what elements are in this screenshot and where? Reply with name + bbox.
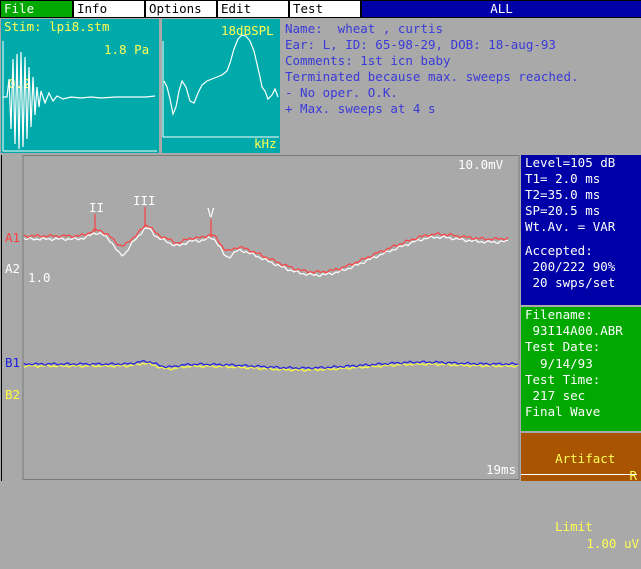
waveform-area: 10.0mV 19ms 1.0 A1 A2 B1 B2 II III V	[1, 155, 520, 481]
test-date-value: 9/14/93	[525, 355, 593, 371]
artifact-label: Artifact	[555, 451, 616, 466]
patient-ear-id-dob: Ear: L, ID: 65-98-29, DOB: 18-aug-93	[285, 37, 556, 52]
trace-a1	[23, 224, 509, 274]
test-time-label: Test Time:	[525, 371, 601, 387]
t1-value: T1= 2.0 ms	[525, 171, 601, 186]
patient-info-panel: Name: wheat , curtis Ear: L, ID: 65-98-2…	[283, 19, 641, 153]
weighted-average: Wt.Av. = VAR	[525, 219, 616, 234]
trace-label-b2: B2	[5, 387, 20, 402]
note-line-2: + Max. sweeps at 4 s	[285, 101, 436, 116]
artifact-panel: Artifact R Limit 1.00 uV	[521, 433, 641, 551]
limit-bar	[521, 474, 637, 481]
menu-all-label: ALL	[490, 1, 513, 16]
file-info-panel: Filename: 93I14A00.ABR Test Date: 9/14/9…	[521, 307, 641, 431]
menu-file-label: File	[4, 1, 35, 16]
accepted-label: Accepted:	[525, 243, 593, 258]
menu-edit-label: Edit	[221, 1, 252, 16]
patient-name: Name: wheat , curtis	[285, 21, 444, 36]
sweeps-per-set: 20 swps/set	[525, 275, 616, 290]
test-date-label: Test Date:	[525, 339, 601, 355]
menu-info[interactable]: Info	[74, 1, 144, 17]
note-line-1: - No oper. O.K.	[285, 85, 398, 100]
spectrum-curve	[163, 34, 279, 117]
sp-value: SP=20.5 ms	[525, 203, 601, 218]
stimulus-pressure: 1.8 Pa	[104, 42, 149, 57]
test-time-value: 217 sec	[525, 388, 586, 404]
level-value: Level=105 dB	[525, 155, 616, 170]
termination-reason: Terminated because max. sweeps reached.	[285, 69, 579, 84]
menu-test-label: Test	[293, 1, 324, 16]
artifact-row: Artifact R	[525, 433, 641, 501]
trace-label-a2: A2	[5, 261, 20, 276]
spectrum-plot: 18dBSPL kHz	[162, 23, 279, 151]
stimulus-waveform	[3, 51, 156, 150]
menu-file[interactable]: File	[1, 1, 72, 17]
peak-label-v: V	[207, 205, 215, 220]
menu-options[interactable]: Options	[146, 1, 216, 17]
menu-options-label: Options	[149, 1, 202, 16]
stimulus-amplitude: 0.2	[8, 76, 31, 91]
trace-label-a1: A1	[5, 230, 20, 245]
waveform-scale: 10.0mV	[458, 157, 504, 172]
menu-edit[interactable]: Edit	[218, 1, 288, 17]
spectrum-unit: kHz	[254, 136, 277, 151]
wave-status: Final Wave	[525, 404, 601, 420]
stimulus-plot: Stim: lpi8.stm 1.8 Pa 0.2	[2, 19, 157, 152]
limit-label: Limit	[555, 519, 593, 534]
menu-all[interactable]: ALL	[362, 1, 641, 17]
trace-a2	[23, 227, 509, 278]
patient-comments: Comments: 1st icn baby	[285, 53, 451, 68]
peak-label-iii: III	[133, 193, 156, 208]
waveform-plot: 10.0mV 19ms 1.0 A1 A2 B1 B2 II III V	[5, 155, 520, 480]
limit-value: 1.00 uV	[586, 536, 639, 551]
spectrum-level: 18dBSPL	[221, 23, 274, 38]
t2-value: T2=35.0 ms	[525, 187, 601, 202]
waveform-time: 19ms	[486, 462, 516, 477]
parameters-panel: Level=105 dB T1= 2.0 ms T2=35.0 ms SP=20…	[521, 155, 641, 305]
menu-info-label: Info	[77, 1, 108, 16]
spectrum-panel: 18dBSPL kHz	[162, 19, 280, 153]
stimulus-title: Stim: lpi8.stm	[4, 19, 109, 34]
menu-test[interactable]: Test	[290, 1, 360, 17]
accepted-value: 200/222 90%	[525, 259, 616, 274]
trace-label-b1: B1	[5, 355, 20, 370]
stimulus-panel: Stim: lpi8.stm 1.8 Pa 0.2	[1, 19, 159, 153]
waveform-gain: 1.0	[28, 270, 51, 285]
limit-row[interactable]: Limit 1.00 uV	[525, 501, 641, 569]
filename-label: Filename:	[525, 307, 593, 322]
filename-value: 93I14A00.ABR	[525, 323, 623, 339]
peak-label-ii: II	[89, 200, 104, 215]
